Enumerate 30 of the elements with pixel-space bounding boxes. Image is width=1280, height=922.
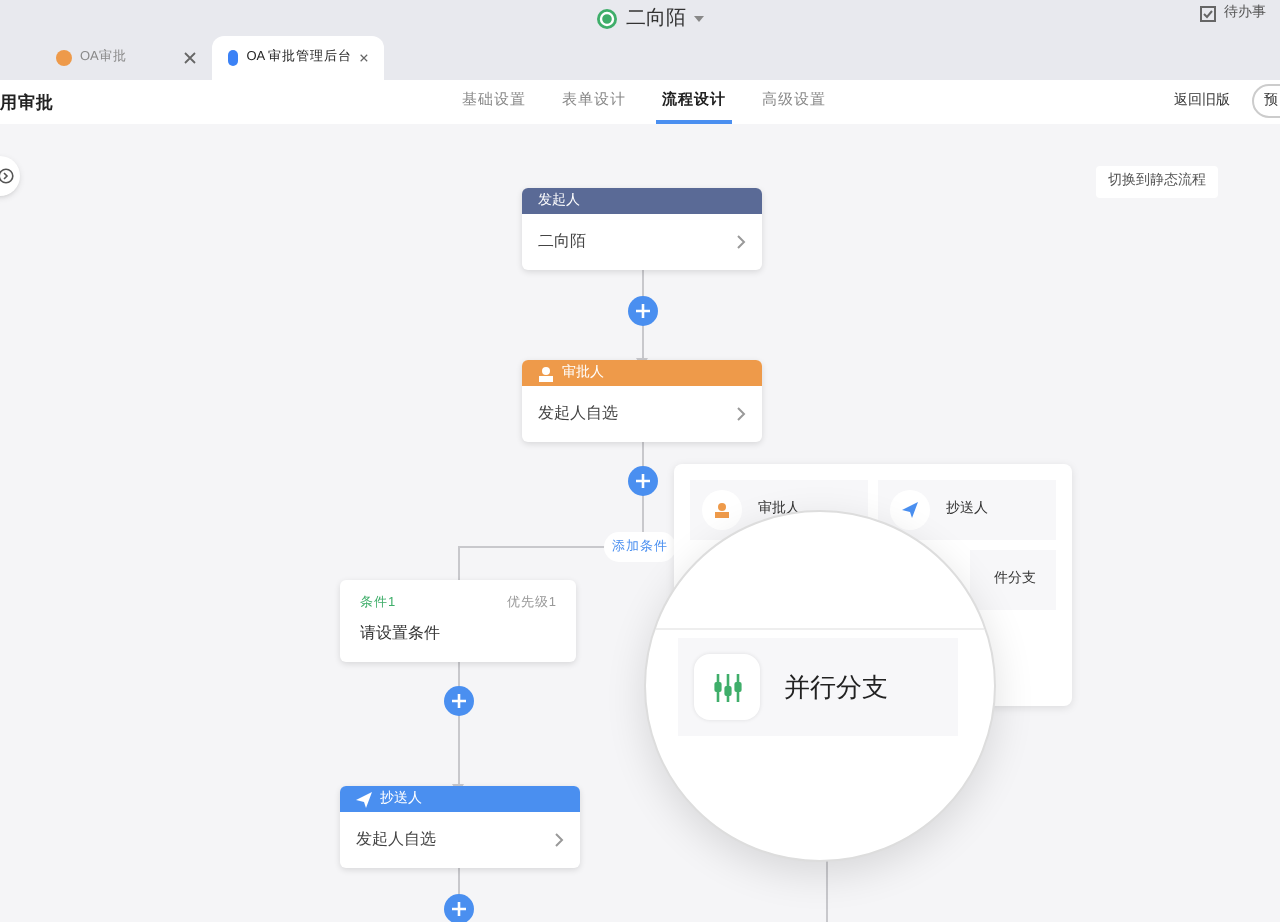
plus-icon — [450, 692, 468, 710]
plus-icon — [634, 472, 652, 490]
chevron-circle-icon — [0, 168, 14, 184]
page-title: 用审批 — [0, 90, 54, 116]
add-node-button[interactable] — [628, 296, 658, 326]
add-node-button[interactable] — [444, 894, 474, 922]
parallel-branch-icon — [694, 654, 760, 720]
logo-icon — [596, 8, 618, 30]
caret-icon — [694, 15, 704, 23]
tab-icon — [56, 50, 72, 66]
person-icon — [538, 365, 554, 381]
app-title: 二向陌 — [626, 6, 686, 34]
checkbox-icon — [1200, 6, 1216, 23]
tab-icon — [228, 50, 239, 66]
close-icon[interactable] — [360, 52, 368, 64]
plus-icon — [450, 900, 468, 918]
add-node-button[interactable] — [444, 686, 474, 716]
node-value: 二向陌 — [538, 230, 586, 254]
add-node-button[interactable] — [628, 466, 658, 496]
condition-text: 请设置条件 — [360, 621, 442, 646]
plus-icon — [634, 302, 652, 320]
chevron-right-icon — [736, 234, 746, 250]
chevron-right-icon — [554, 832, 564, 848]
paper-plane-icon — [356, 791, 372, 807]
menu-item[interactable]: 并行分支 — [678, 638, 958, 736]
node-value: 发起人自选 — [356, 828, 436, 852]
node-value: 发起人自选 — [538, 402, 618, 426]
chevron-right-icon — [736, 406, 746, 422]
close-icon[interactable] — [184, 52, 196, 64]
menu-item-label: 并行分支 — [784, 669, 888, 706]
